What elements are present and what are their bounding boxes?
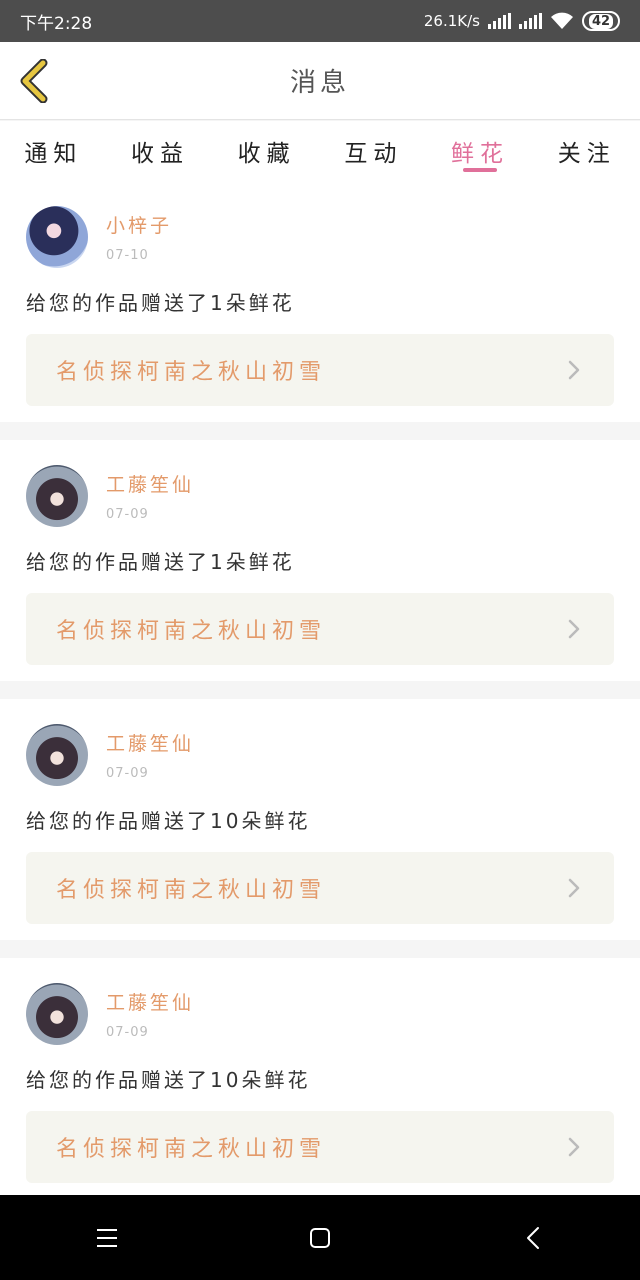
username[interactable]: 工藤笙仙 [106, 470, 194, 497]
username[interactable]: 小梓子 [106, 211, 172, 238]
chevron-right-icon [568, 360, 580, 380]
status-bar: 下午2:28 26.1K/s 42 [0, 0, 640, 42]
avatar[interactable] [26, 206, 88, 268]
chevron-right-icon [568, 878, 580, 898]
page-title: 消息 [289, 68, 350, 98]
avatar[interactable] [26, 983, 88, 1045]
home-button[interactable] [290, 1208, 350, 1268]
user-row: 小梓子 07-10 [26, 205, 614, 269]
system-nav-bar [0, 1195, 640, 1280]
signal-icon [488, 13, 511, 29]
network-speed: 26.1K/s [423, 12, 480, 30]
message-text: 给您的作品赠送了1朵鲜花 [26, 550, 295, 574]
chevron-right-icon [568, 619, 580, 639]
message-date: 07-09 [106, 1025, 149, 1040]
tab-follow[interactable]: 关注 [533, 121, 640, 181]
work-title: 名侦探柯南之秋山初雪 [56, 360, 327, 385]
message-date: 07-09 [106, 766, 149, 781]
status-time: 下午2:28 [20, 13, 93, 34]
work-title: 名侦探柯南之秋山初雪 [56, 619, 327, 644]
chevron-right-icon [568, 1137, 580, 1157]
tab-notice[interactable]: 通知 [0, 121, 107, 181]
signal-hd-icon [519, 13, 542, 29]
message-text: 给您的作品赠送了10朵鲜花 [26, 1068, 311, 1092]
message-list: 小梓子 07-10 给您的作品赠送了1朵鲜花 名侦探柯南之秋山初雪 工藤笙仙 0… [0, 181, 640, 1195]
battery-level: 42 [588, 13, 614, 29]
user-row: 工藤笙仙 07-09 [26, 723, 614, 787]
message-card: 小梓子 07-10 给您的作品赠送了1朵鲜花 名侦探柯南之秋山初雪 [0, 181, 640, 422]
tab-interaction[interactable]: 互动 [320, 121, 427, 181]
message-text: 给您的作品赠送了10朵鲜花 [26, 809, 311, 833]
message-date: 07-10 [106, 248, 149, 263]
tab-flowers[interactable]: 鲜花 [427, 121, 534, 181]
message-card: 工藤笙仙 07-09 给您的作品赠送了10朵鲜花 名侦探柯南之秋山初雪 [0, 699, 640, 940]
username[interactable]: 工藤笙仙 [106, 729, 194, 756]
header: 消息 [0, 42, 640, 120]
user-row: 工藤笙仙 07-09 [26, 464, 614, 528]
system-back-button[interactable] [503, 1208, 563, 1268]
home-square-icon [309, 1227, 330, 1248]
menu-icon [96, 1228, 117, 1247]
avatar[interactable] [26, 465, 88, 527]
wifi-icon [551, 12, 573, 29]
work-title: 名侦探柯南之秋山初雪 [56, 1137, 327, 1162]
work-link[interactable]: 名侦探柯南之秋山初雪 [26, 1111, 614, 1183]
message-card: 工藤笙仙 07-09 给您的作品赠送了10朵鲜花 名侦探柯南之秋山初雪 [0, 958, 640, 1195]
message-text: 给您的作品赠送了1朵鲜花 [26, 291, 295, 315]
back-button[interactable] [16, 58, 52, 104]
tab-bar: 通知 收益 收藏 互动 鲜花 关注 [0, 121, 640, 181]
back-triangle-icon [527, 1226, 540, 1249]
status-icons: 26.1K/s 42 [424, 11, 620, 31]
tab-favorites[interactable]: 收藏 [213, 121, 320, 181]
menu-button[interactable] [77, 1208, 137, 1268]
chevron-left-icon [20, 59, 48, 103]
work-title: 名侦探柯南之秋山初雪 [56, 878, 327, 903]
avatar[interactable] [26, 724, 88, 786]
user-row: 工藤笙仙 07-09 [26, 982, 614, 1046]
battery-icon: 42 [582, 11, 620, 31]
work-link[interactable]: 名侦探柯南之秋山初雪 [26, 334, 614, 406]
username[interactable]: 工藤笙仙 [106, 988, 194, 1015]
work-link[interactable]: 名侦探柯南之秋山初雪 [26, 852, 614, 924]
message-date: 07-09 [106, 507, 149, 522]
message-card: 工藤笙仙 07-09 给您的作品赠送了1朵鲜花 名侦探柯南之秋山初雪 [0, 440, 640, 681]
tab-earnings[interactable]: 收益 [107, 121, 214, 181]
work-link[interactable]: 名侦探柯南之秋山初雪 [26, 593, 614, 665]
